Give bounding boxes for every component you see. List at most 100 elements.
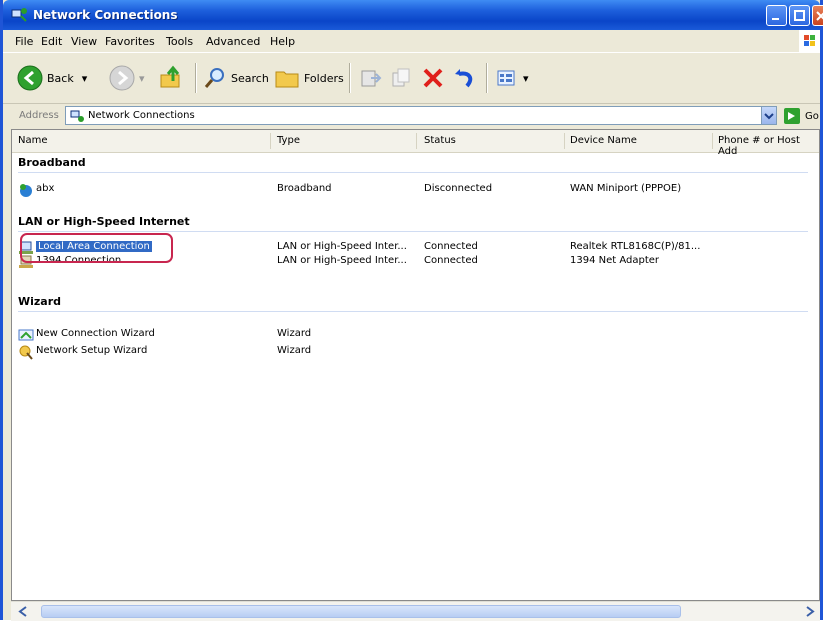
up-folder-button[interactable] [158,61,184,95]
connection-row-abx[interactable]: abx Broadband Disconnected WAN Miniport … [12,181,819,199]
column-status[interactable]: Status [424,135,456,146]
network-connections-icon [11,8,27,22]
connection-status: Connected [424,255,478,266]
undo-icon [455,69,473,88]
menu-favorites[interactable]: Favorites [105,35,155,48]
toolbar-separator [486,63,488,93]
column-divider[interactable] [270,133,271,149]
delete-button[interactable] [421,61,445,95]
minimize-button[interactable] [766,5,787,26]
undo-button[interactable] [453,61,477,95]
go-button[interactable]: Go [783,107,819,125]
go-arrow-icon [784,108,800,124]
folders-button[interactable]: Folders [274,61,344,95]
address-value: Network Connections [88,110,195,121]
menu-file[interactable]: File [15,35,33,48]
windows-logo [799,30,820,52]
column-divider[interactable] [416,133,417,149]
menu-edit[interactable]: Edit [41,35,62,48]
connection-type: Broadband [277,183,332,194]
copy-to-button[interactable] [389,61,413,95]
back-button[interactable]: Back ▾ [17,61,87,95]
wizard-type: Wizard [277,345,312,356]
column-name[interactable]: Name [18,135,48,146]
column-divider[interactable] [712,133,713,149]
copy-to-icon [392,68,410,87]
group-header-lan: LAN or High-Speed Internet [18,215,190,228]
menu-bar: File Edit View Favorites Tools Advanced … [3,30,820,53]
group-divider [18,172,808,173]
scroll-right-icon[interactable] [803,605,816,618]
scroll-left-icon[interactable] [17,605,30,618]
new-connection-wizard-icon [18,329,34,341]
move-to-icon [361,70,382,87]
search-button[interactable]: Search [203,61,269,95]
scrollbar-thumb[interactable] [41,605,681,618]
delete-x-icon [423,68,443,88]
forward-button[interactable]: ▾ [109,61,145,95]
connection-status: Disconnected [424,183,493,194]
go-label: Go [805,110,819,122]
network-connections-window: Network Connections File Edit View Favor… [0,0,823,621]
group-divider [18,231,808,232]
back-label: Back [47,71,74,85]
forward-dropdown-icon[interactable]: ▾ [139,72,145,85]
toolbar-separator [349,63,351,93]
connection-device: Realtek RTL8168C(P)/81... [570,241,701,252]
group-header-wizard: Wizard [18,295,62,308]
wizard-row-network-setup[interactable]: Network Setup Wizard Wizard [12,343,819,361]
chevron-down-icon [764,113,774,120]
toolbar: Back ▾ ▾ Search Folders ▾ [3,53,820,104]
title-bar[interactable]: Network Connections [3,0,823,30]
highlight-annotation [20,233,173,263]
connection-device: WAN Miniport (PPPOE) [570,183,682,194]
address-bar: Address Network Connections Go [3,104,820,128]
connection-type: LAN or High-Speed Inter... [277,241,407,252]
column-header-row: Name Type Status Device Name Phone # or … [12,130,819,157]
folders-label: Folders [304,71,344,85]
back-dropdown-icon[interactable]: ▾ [82,72,88,85]
connection-name: abx [36,183,55,194]
views-icon [497,70,515,86]
connection-device: 1394 Net Adapter [570,255,660,266]
network-setup-wizard-icon [19,345,33,360]
up-folder-icon [160,65,180,88]
column-device-name[interactable]: Device Name [570,135,637,146]
close-icon [816,11,823,21]
column-phone-host[interactable]: Phone # or Host Add [718,135,819,157]
wizard-name: Network Setup Wizard [36,345,148,356]
network-connections-small-icon [70,110,84,122]
toolbar-separator [195,63,197,93]
menu-tools[interactable]: Tools [166,35,193,48]
broadband-connection-icon [20,184,32,197]
connection-type: LAN or High-Speed Inter... [277,255,407,266]
windows-flag-icon [804,35,815,46]
menu-advanced[interactable]: Advanced [206,35,260,48]
wizard-row-new-connection[interactable]: New Connection Wizard Wizard [12,326,819,344]
views-button[interactable]: ▾ [495,61,529,95]
menu-view[interactable]: View [71,35,97,48]
address-label: Address [19,110,59,121]
connection-status: Connected [424,241,478,252]
window-title: Network Connections [33,8,178,22]
address-dropdown-button[interactable] [761,106,777,125]
group-header-broadband: Broadband [18,156,86,169]
maximize-button[interactable] [789,5,810,26]
column-divider[interactable] [564,133,565,149]
address-input[interactable]: Network Connections [65,106,777,125]
back-arrow-icon [17,65,43,91]
wizard-name: New Connection Wizard [36,328,155,339]
forward-arrow-icon [109,65,135,91]
maximize-icon [794,10,805,21]
menu-help[interactable]: Help [270,35,295,48]
search-label: Search [231,71,269,85]
column-type[interactable]: Type [277,135,300,146]
move-to-button[interactable] [359,61,383,95]
close-button[interactable] [812,5,823,26]
horizontal-scrollbar[interactable] [11,601,820,621]
folders-icon [275,71,299,88]
wizard-type: Wizard [277,328,312,339]
views-dropdown-icon[interactable]: ▾ [523,72,529,85]
minimize-icon [772,18,779,20]
group-divider [18,311,808,312]
